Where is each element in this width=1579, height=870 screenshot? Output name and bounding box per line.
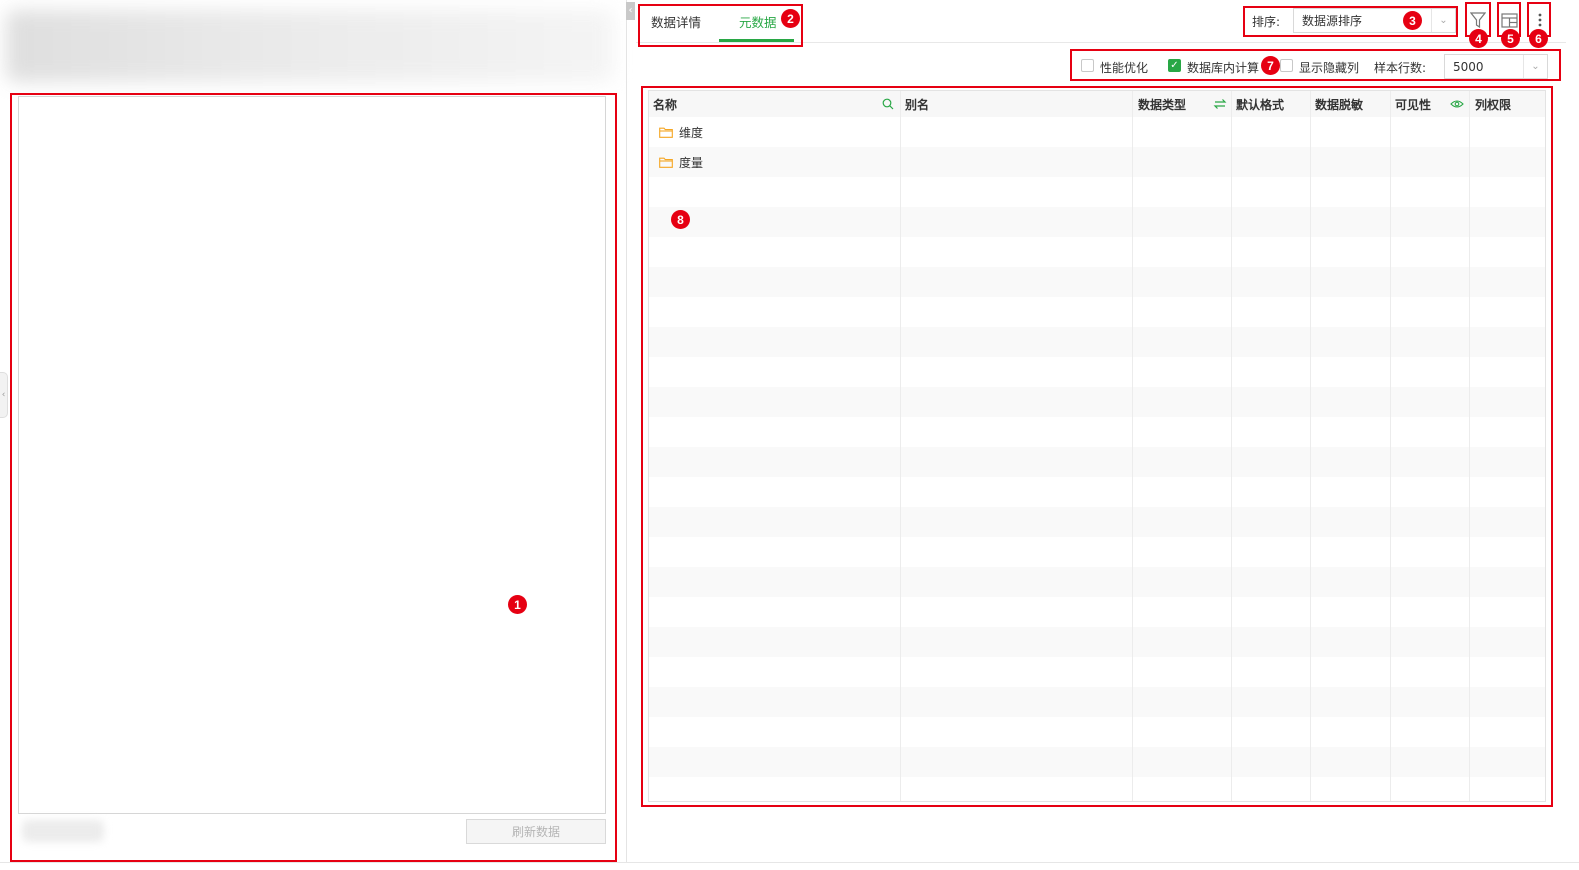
pane-splitter[interactable] xyxy=(626,0,627,862)
annotation-badge: 7 xyxy=(1261,56,1280,75)
annotation-box-2 xyxy=(638,4,803,47)
annotation-badge: 4 xyxy=(1469,29,1488,48)
annotation-box-1 xyxy=(10,93,617,862)
annotation-badge: 3 xyxy=(1403,11,1422,30)
bottom-divider xyxy=(0,862,1579,863)
annotation-badge: 8 xyxy=(671,210,690,229)
blurred-header-region xyxy=(6,10,614,82)
annotation-badge: 5 xyxy=(1501,29,1520,48)
annotation-badge: 2 xyxy=(781,9,800,28)
annotation-badge: 1 xyxy=(508,595,527,614)
annotation-box-7 xyxy=(1070,49,1561,81)
annotation-box-3 xyxy=(1243,6,1458,37)
expand-left-handle[interactable]: ‹ xyxy=(0,372,8,418)
collapse-toggle-icon[interactable]: ‹ xyxy=(626,2,635,20)
annotation-box-8 xyxy=(641,86,1553,807)
annotation-badge: 6 xyxy=(1529,29,1548,48)
